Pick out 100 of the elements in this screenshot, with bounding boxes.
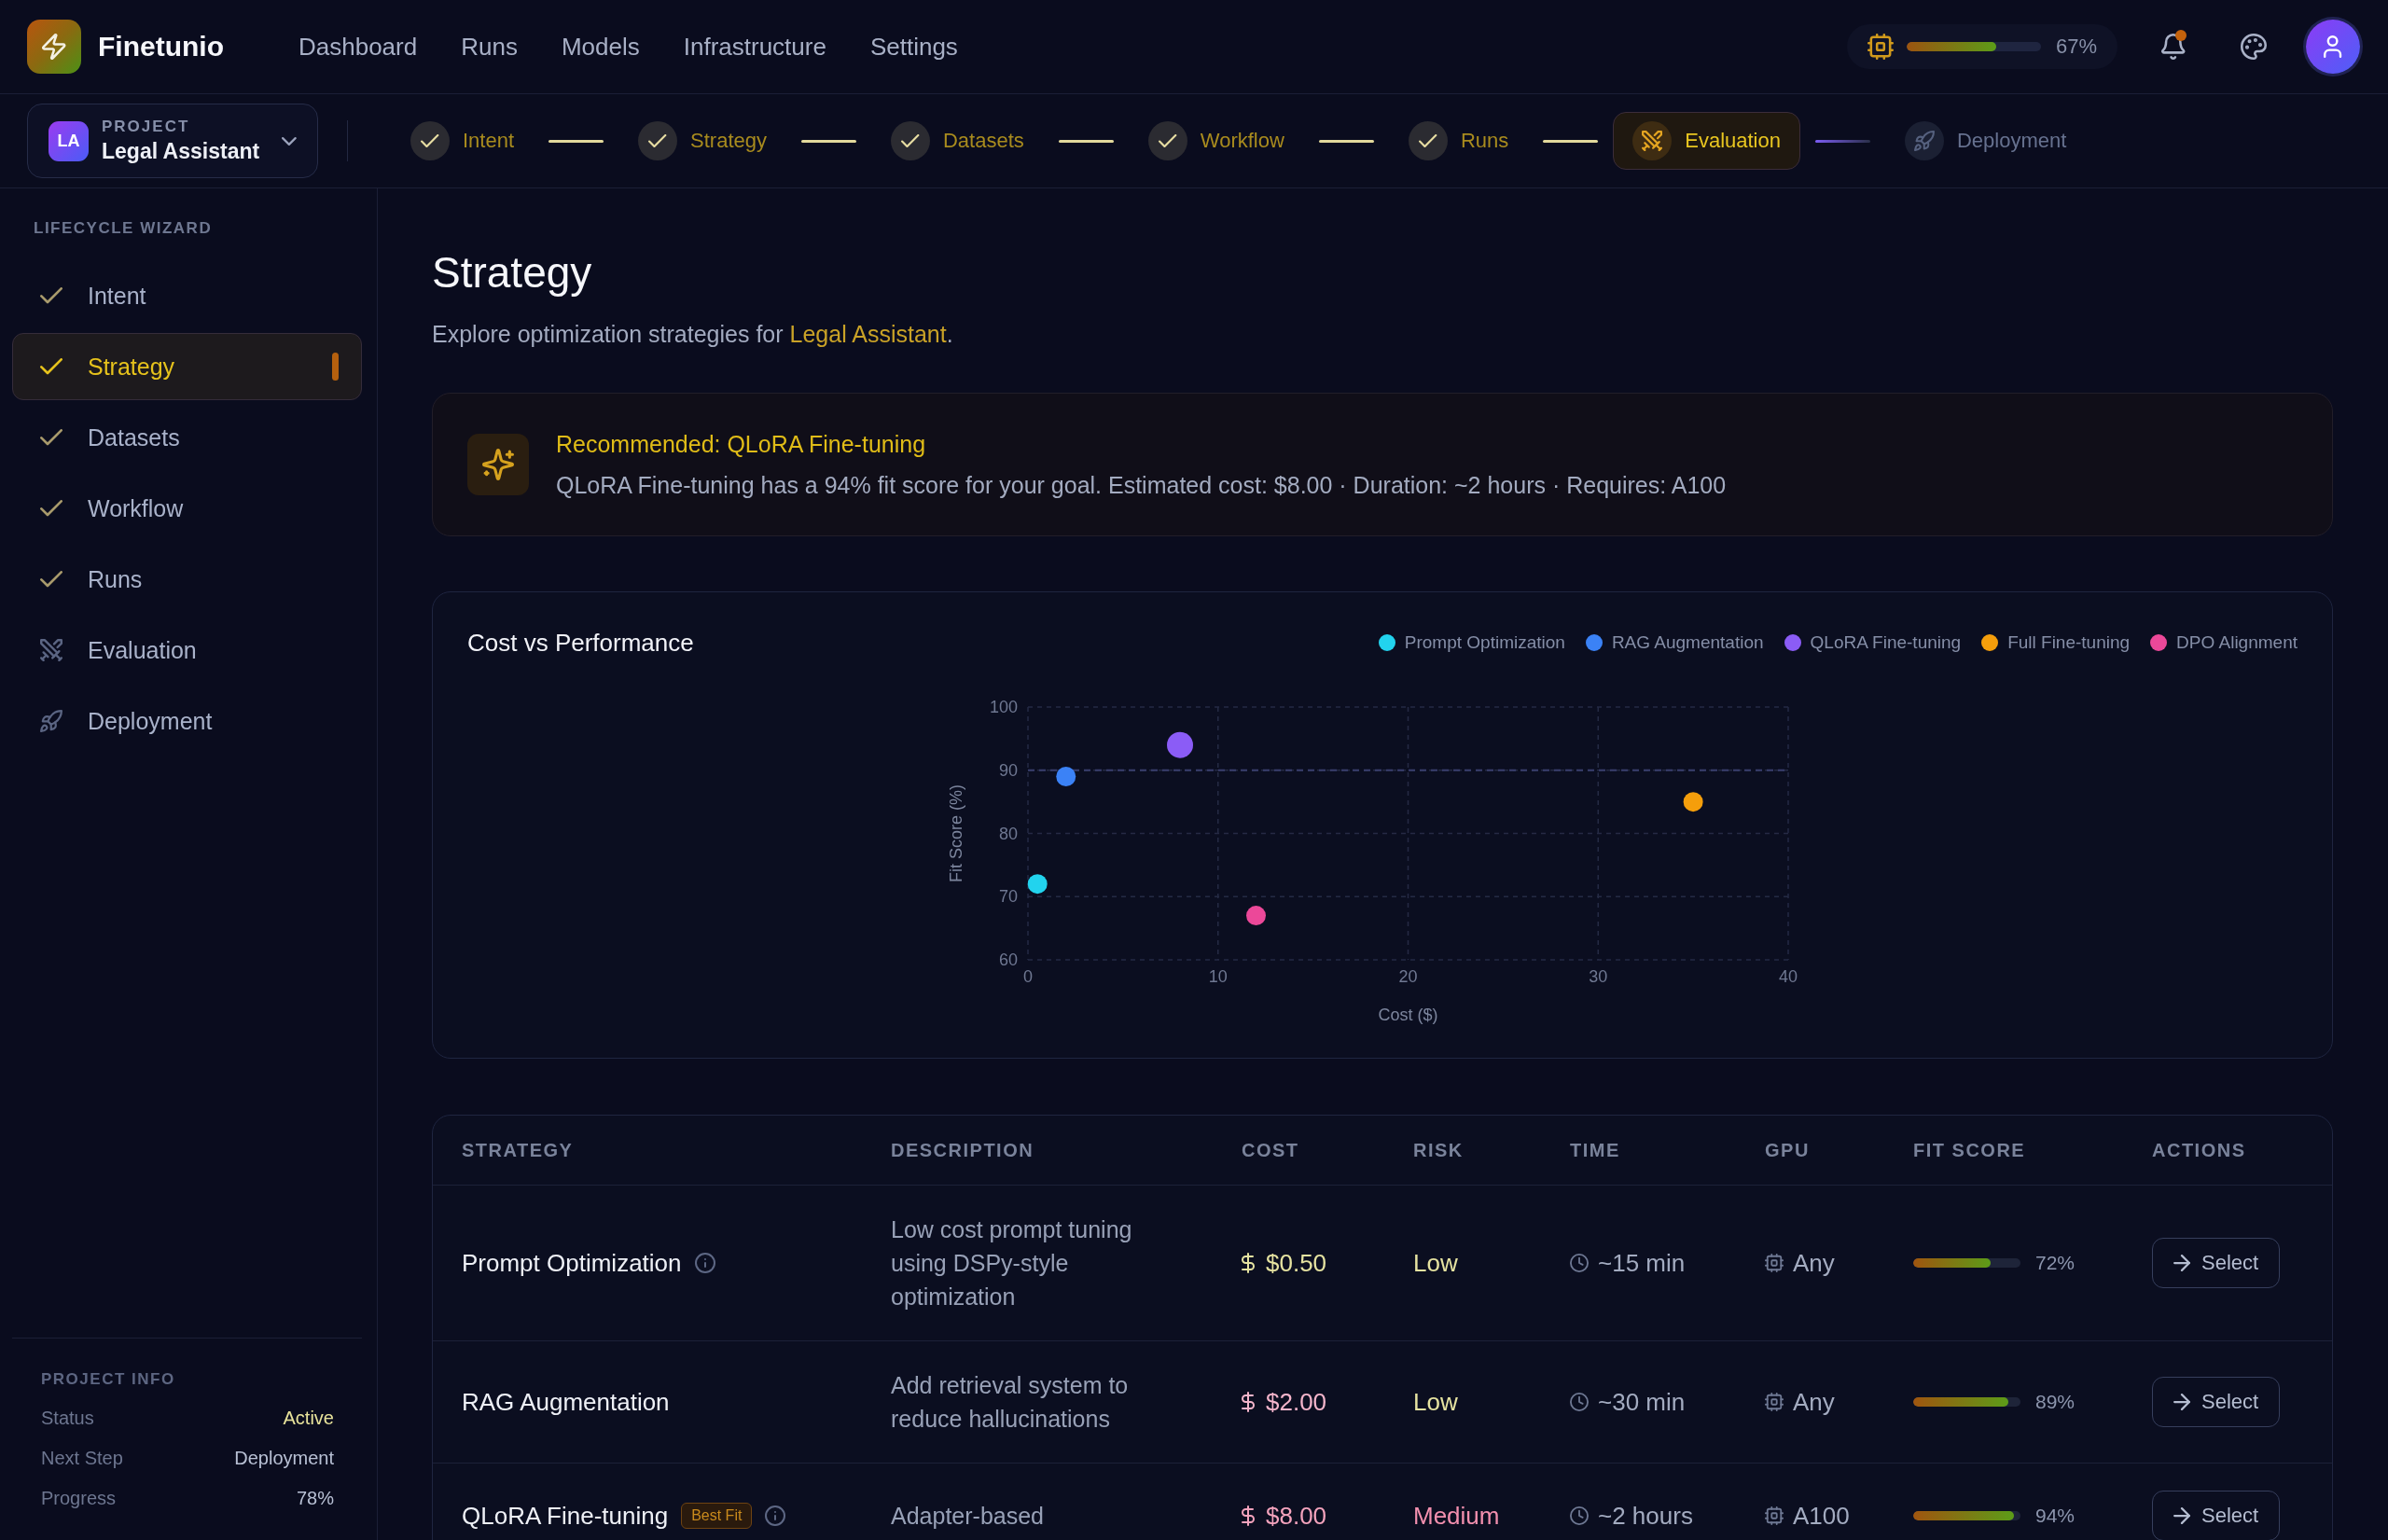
y-axis-tick: 90 bbox=[998, 760, 1018, 780]
x-axis-tick: 30 bbox=[1589, 967, 1608, 986]
usage-reading: 67% bbox=[2055, 35, 2097, 59]
wizard-step[interactable]: Evaluation bbox=[1613, 112, 1800, 170]
chip-icon bbox=[1765, 1506, 1784, 1525]
strategy-name: Prompt Optimization bbox=[462, 1248, 682, 1278]
wizard-nav-item[interactable]: Intent bbox=[12, 262, 362, 329]
nav-link[interactable]: Runs bbox=[461, 32, 518, 62]
dollar-icon bbox=[1242, 1392, 1255, 1412]
info-value: Active bbox=[283, 1408, 334, 1429]
project-avatar: LA bbox=[49, 120, 89, 161]
legend-label: DPO Alignment bbox=[2176, 632, 2298, 653]
x-axis-tick: 20 bbox=[1398, 967, 1418, 986]
legend-label: Prompt Optimization bbox=[1404, 632, 1565, 653]
legend-label: RAG Augmentation bbox=[1611, 632, 1764, 653]
wizard-nav-item[interactable]: Datasets bbox=[12, 404, 362, 471]
chip-icon bbox=[1765, 1254, 1784, 1272]
strategy-tag: Best Fit bbox=[681, 1503, 753, 1529]
clock-icon bbox=[1570, 1506, 1589, 1525]
select-button[interactable]: Select bbox=[2152, 1238, 2281, 1288]
info-label: Progress bbox=[41, 1488, 117, 1509]
column-header: FIT SCORE bbox=[1913, 1139, 2027, 1161]
legend-label: Full Fine-tuning bbox=[2007, 632, 2131, 653]
nav-link[interactable]: Settings bbox=[869, 32, 958, 62]
clock-icon bbox=[1570, 1393, 1589, 1411]
column-header: TIME bbox=[1570, 1139, 1621, 1161]
x-axis-tick: 0 bbox=[1023, 967, 1033, 986]
x-axis-tick: 10 bbox=[1208, 967, 1228, 986]
fit-score-reading: 94% bbox=[2035, 1505, 2076, 1527]
step-connector bbox=[548, 139, 604, 143]
project-selector[interactable]: LA PROJECT Legal Assistant bbox=[27, 104, 318, 178]
wizard-nav-item[interactable]: Deployment bbox=[12, 687, 362, 755]
y-axis-tick: 100 bbox=[989, 698, 1018, 716]
risk-level: Low bbox=[1413, 1387, 1458, 1416]
wizard-step[interactable]: Runs bbox=[1388, 112, 1529, 170]
arrow-right-icon bbox=[2173, 1507, 2190, 1524]
gpu-requirement: Any bbox=[1793, 1248, 1835, 1278]
column-header: GPU bbox=[1765, 1139, 1811, 1161]
column-header: DESCRIPTION bbox=[891, 1139, 1035, 1161]
wizard-step[interactable]: Datasets bbox=[871, 112, 1044, 170]
step-connector bbox=[1318, 139, 1374, 143]
dollar-icon bbox=[1242, 1253, 1255, 1273]
wizard-nav-item[interactable]: Evaluation bbox=[12, 617, 362, 684]
x-axis-title: Cost ($) bbox=[1378, 1006, 1438, 1024]
x-axis-tick: 40 bbox=[1779, 967, 1798, 986]
sparkles-icon bbox=[467, 434, 529, 495]
wizard-nav-item[interactable]: Runs bbox=[12, 546, 362, 613]
chevron-down-icon bbox=[282, 136, 297, 146]
info-value: 78% bbox=[296, 1488, 334, 1509]
dollar-icon bbox=[1242, 1505, 1255, 1526]
y-axis-tick: 70 bbox=[998, 887, 1018, 907]
strategy-description: Add retrieval system to reduce hallucinations bbox=[891, 1371, 1130, 1434]
column-header: COST bbox=[1242, 1139, 1300, 1161]
section-heading: PROJECT INFO bbox=[41, 1370, 176, 1389]
palette-icon bbox=[2241, 34, 2267, 60]
y-axis-tick: 60 bbox=[998, 950, 1018, 969]
arrow-right-icon bbox=[2173, 1255, 2190, 1271]
gpu-requirement: Any bbox=[1793, 1387, 1835, 1417]
wizard-nav-item[interactable]: Workflow bbox=[12, 475, 362, 542]
gpu-requirement: A100 bbox=[1793, 1501, 1850, 1531]
chart-title: Cost vs Performance bbox=[467, 628, 694, 658]
recommendation-text: QLoRA Fine-tuning has a 94% fit score for your goal. Estimated cost: $8.00 · Duration: ~2 hours · Requires: A100 bbox=[556, 471, 1727, 500]
nav-link[interactable]: Dashboard bbox=[298, 32, 418, 62]
lightning-logo-icon bbox=[27, 20, 81, 74]
bell-icon bbox=[2161, 34, 2186, 60]
wizard-step[interactable]: Intent bbox=[391, 112, 535, 170]
y-axis-tick: 80 bbox=[998, 824, 1018, 843]
chip-icon bbox=[1867, 34, 1894, 60]
clock-icon bbox=[1570, 1254, 1589, 1272]
risk-level: Medium bbox=[1413, 1501, 1500, 1530]
page-subtitle: Explore optimization strategies for Legal Assistant. bbox=[432, 320, 954, 349]
cost-value: $2.00 bbox=[1266, 1387, 1327, 1417]
wizard-step[interactable]: Workflow bbox=[1128, 112, 1304, 170]
wizard-step[interactable]: Strategy bbox=[618, 112, 786, 170]
wizard-nav-item[interactable]: Strategy bbox=[12, 333, 362, 400]
page-title: Strategy bbox=[432, 248, 593, 297]
column-header: RISK bbox=[1413, 1139, 1465, 1161]
section-heading: LIFECYCLE WIZARD bbox=[33, 218, 214, 238]
user-icon bbox=[2324, 35, 2342, 58]
avatar-button[interactable] bbox=[2306, 20, 2360, 74]
step-connector bbox=[1058, 139, 1114, 143]
select-button[interactable]: Select bbox=[2152, 1377, 2281, 1427]
strategy-description: Low cost prompt tuning using DSPy-style optimization bbox=[891, 1215, 1133, 1311]
column-header: STRATEGY bbox=[462, 1139, 575, 1161]
project-name: Legal Assistant bbox=[102, 139, 261, 164]
info-label: Status bbox=[41, 1408, 94, 1429]
cost-value: $0.50 bbox=[1266, 1248, 1327, 1278]
nav-link[interactable]: Models bbox=[561, 32, 640, 62]
time-estimate: ~2 hours bbox=[1598, 1501, 1693, 1531]
y-axis-title: Fit Score (%) bbox=[947, 784, 965, 882]
step-connector bbox=[1815, 139, 1870, 143]
info-label: Next Step bbox=[41, 1448, 123, 1469]
fit-score-reading: 72% bbox=[2035, 1252, 2076, 1274]
risk-level: Low bbox=[1413, 1248, 1458, 1277]
wizard-step[interactable]: Deployment bbox=[1885, 112, 2087, 170]
step-connector bbox=[801, 139, 856, 143]
project-link[interactable]: Legal Assistant bbox=[789, 321, 947, 347]
strategy-description: Adapter-based bbox=[891, 1502, 1045, 1531]
info-value: Deployment bbox=[234, 1448, 334, 1469]
nav-link[interactable]: Infrastructure bbox=[683, 32, 826, 62]
